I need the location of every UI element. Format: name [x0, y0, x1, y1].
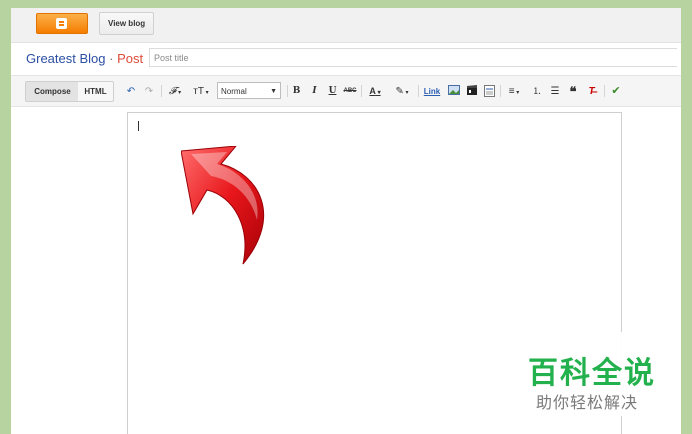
- post-title-row: Greatest Blog · Post Post title: [11, 43, 681, 74]
- editor-toolbar: Compose HTML ↶ ↷ 𝓕 тT Normal ▼ B I U ABC…: [11, 75, 681, 107]
- watermark-subtitle: 助你轻松解决: [536, 393, 639, 412]
- view-blog-button[interactable]: View blog: [99, 12, 155, 35]
- toolbar-divider: [361, 85, 362, 97]
- align-icon[interactable]: ≡: [504, 85, 524, 98]
- redo-icon[interactable]: ↷: [143, 85, 155, 98]
- toolbar-divider: [287, 85, 288, 97]
- text-cursor: [138, 121, 139, 131]
- bold-icon[interactable]: B: [291, 85, 302, 98]
- html-tab[interactable]: HTML: [78, 81, 114, 102]
- post-title-input[interactable]: Post title: [149, 48, 677, 67]
- insert-image-icon[interactable]: [447, 85, 460, 98]
- blog-name[interactable]: Greatest Blog: [26, 51, 106, 66]
- blogger-logo-icon[interactable]: [36, 13, 88, 34]
- remove-formatting-icon[interactable]: T̶: [585, 85, 598, 98]
- strikethrough-icon[interactable]: ABC: [343, 85, 357, 98]
- insert-video-icon[interactable]: [465, 85, 478, 98]
- bulleted-list-icon[interactable]: ☰: [549, 85, 561, 98]
- section-label: Post: [117, 51, 144, 66]
- watermark-title: 百科全说: [528, 356, 656, 391]
- font-size-icon[interactable]: тT: [190, 85, 212, 98]
- compose-tab[interactable]: Compose: [25, 81, 80, 102]
- breadcrumb-separator: ·: [109, 51, 114, 66]
- underline-icon[interactable]: U: [327, 85, 338, 98]
- watermark-logo: 百科全说 助你轻松解决: [516, 332, 678, 416]
- text-color-icon[interactable]: A: [365, 85, 385, 98]
- insert-jump-break-icon[interactable]: [483, 85, 495, 98]
- toolbar-divider: [418, 85, 419, 97]
- toolbar-divider: [500, 85, 501, 97]
- quote-icon[interactable]: ❝: [567, 85, 579, 98]
- toolbar-divider: [604, 85, 605, 97]
- format-select-value: Normal: [221, 87, 247, 96]
- font-family-icon[interactable]: 𝓕: [165, 85, 185, 98]
- link-icon[interactable]: Link: [422, 85, 442, 98]
- blogger-editor-window: View blog Greatest Blog · Post Post titl…: [11, 8, 681, 434]
- top-bar: View blog: [11, 8, 681, 43]
- highlight-color-icon[interactable]: ✎: [392, 85, 412, 98]
- spell-check-icon[interactable]: ✔: [609, 85, 623, 98]
- undo-icon[interactable]: ↶: [125, 85, 137, 98]
- toolbar-divider: [161, 85, 162, 97]
- red-curved-arrow-icon: [181, 146, 265, 265]
- italic-icon[interactable]: I: [309, 85, 320, 98]
- numbered-list-icon[interactable]: ⒈: [531, 85, 543, 98]
- chevron-down-icon: ▼: [270, 88, 277, 95]
- breadcrumb: Greatest Blog · Post: [26, 51, 143, 66]
- format-select[interactable]: Normal ▼: [217, 82, 281, 99]
